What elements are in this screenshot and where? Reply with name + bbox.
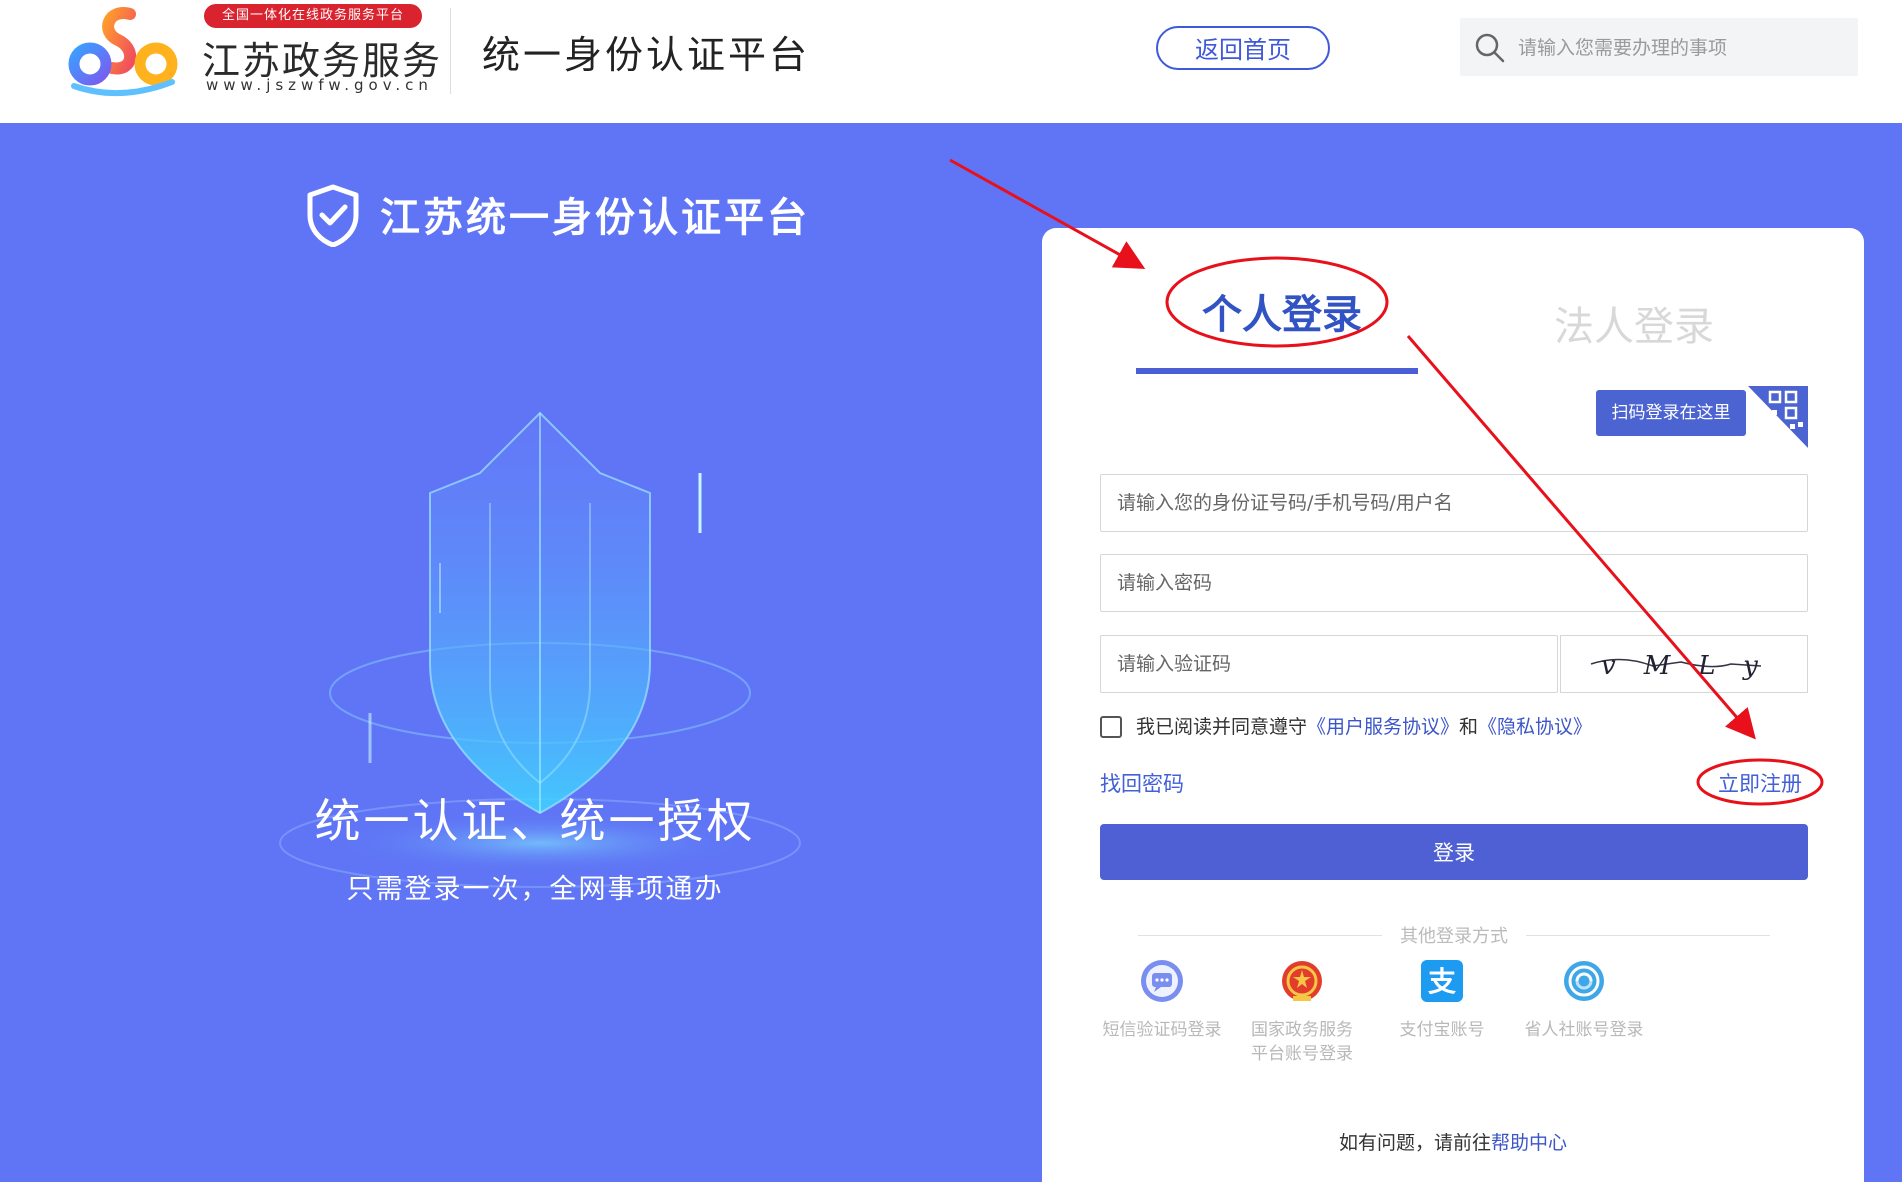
help-text: 如有问题，请前往帮助中心 xyxy=(1042,1128,1864,1155)
national-label-line2: 平台账号登录 xyxy=(1251,1044,1353,1064)
login-button[interactable]: 登录 xyxy=(1100,824,1808,880)
search-box xyxy=(1460,18,1858,76)
platform-title: 统一身份认证平台 xyxy=(482,33,811,77)
national-platform-login-option[interactable]: 国家政务服务 平台账号登录 xyxy=(1232,958,1372,1066)
user-service-agreement-link[interactable]: 《用户服务协议》 xyxy=(1307,716,1459,738)
national-label-line1: 国家政务服务 xyxy=(1251,1020,1353,1040)
social-security-icon xyxy=(1564,961,1604,1001)
divider-line-right xyxy=(1526,935,1770,936)
help-prefix: 如有问题，请前往 xyxy=(1338,1132,1491,1154)
svg-text:支: 支 xyxy=(1428,965,1456,998)
captcha-text-graphic: vMLy xyxy=(1590,651,1786,681)
hero-subtitle: 只需登录一次，全网事项通办 xyxy=(346,874,724,905)
help-center-link[interactable]: 帮助中心 xyxy=(1491,1132,1567,1154)
alipay-login-label: 支付宝账号 xyxy=(1399,1020,1485,1040)
register-link[interactable]: 立即注册 xyxy=(1718,768,1802,798)
sms-login-label: 短信验证码登录 xyxy=(1102,1020,1222,1040)
search-icon[interactable] xyxy=(1472,30,1508,66)
qr-login-badge[interactable]: 扫码登录在这里 xyxy=(1596,390,1746,436)
header-divider xyxy=(450,8,451,94)
logo-badge: 全国一体化在线政务服务平台 xyxy=(204,4,422,28)
shield-check-icon xyxy=(307,184,359,247)
privacy-agreement-link[interactable]: 《隐私协议》 xyxy=(1478,716,1592,738)
username-input[interactable] xyxy=(1100,474,1808,532)
logo-url: www.jszwfw.gov.cn xyxy=(206,76,433,94)
agree-and: 和 xyxy=(1459,716,1479,738)
national-platform-login-label: 国家政务服务 平台账号登录 xyxy=(1232,1018,1372,1066)
password-input[interactable] xyxy=(1100,554,1808,612)
alipay-login-option[interactable]: 支 支付宝账号 xyxy=(1372,958,1512,1042)
site-header: 全国一体化在线政务服务平台 江苏政务服务 www.jszwfw.gov.cn 统… xyxy=(0,0,1902,123)
sms-icon xyxy=(1141,960,1183,1002)
agree-prefix: 我已阅读并同意遵守 xyxy=(1136,716,1308,738)
forgot-password-link[interactable]: 找回密码 xyxy=(1100,768,1184,798)
hero-title: 江苏统一身份认证平台 xyxy=(380,195,810,241)
agree-checkbox[interactable] xyxy=(1100,716,1122,738)
svg-text:vMLy: vMLy xyxy=(1601,651,1786,681)
captcha-image[interactable]: vMLy xyxy=(1560,635,1808,693)
active-tab-underline xyxy=(1136,368,1418,374)
other-login-divider: 其他登录方式 xyxy=(1138,922,1770,948)
alipay-icon: 支 xyxy=(1421,960,1463,1002)
agree-text: 我已阅读并同意遵守《用户服务协议》和《隐私协议》 xyxy=(1136,712,1592,739)
search-input[interactable] xyxy=(1516,28,1850,68)
home-button[interactable]: 返回首页 xyxy=(1156,26,1330,70)
sms-login-option[interactable]: 短信验证码登录 xyxy=(1092,958,1232,1042)
social-security-login-label: 省人社账号登录 xyxy=(1524,1020,1644,1040)
hero-panel: 江苏统一身份认证平台 统一认证、统一授权 只需登录一次，全网事项通办 个人登录 … xyxy=(0,123,1902,1182)
jszwfw-logo-icon[interactable] xyxy=(60,2,190,98)
captcha-input[interactable] xyxy=(1100,635,1558,693)
social-security-login-option[interactable]: 省人社账号登录 xyxy=(1514,958,1654,1042)
qr-code-icon[interactable] xyxy=(1748,386,1808,448)
login-card: 个人登录 法人登录 扫码登录在这里 vMLy 我已阅读并同意遵守《用户服务协议》… xyxy=(1042,228,1864,1182)
national-emblem-icon xyxy=(1282,961,1322,1001)
tab-personal-login[interactable]: 个人登录 xyxy=(1202,282,1362,340)
hero-slogan: 统一认证、统一授权 xyxy=(314,794,756,848)
tab-legal-login[interactable]: 法人登录 xyxy=(1554,294,1714,352)
